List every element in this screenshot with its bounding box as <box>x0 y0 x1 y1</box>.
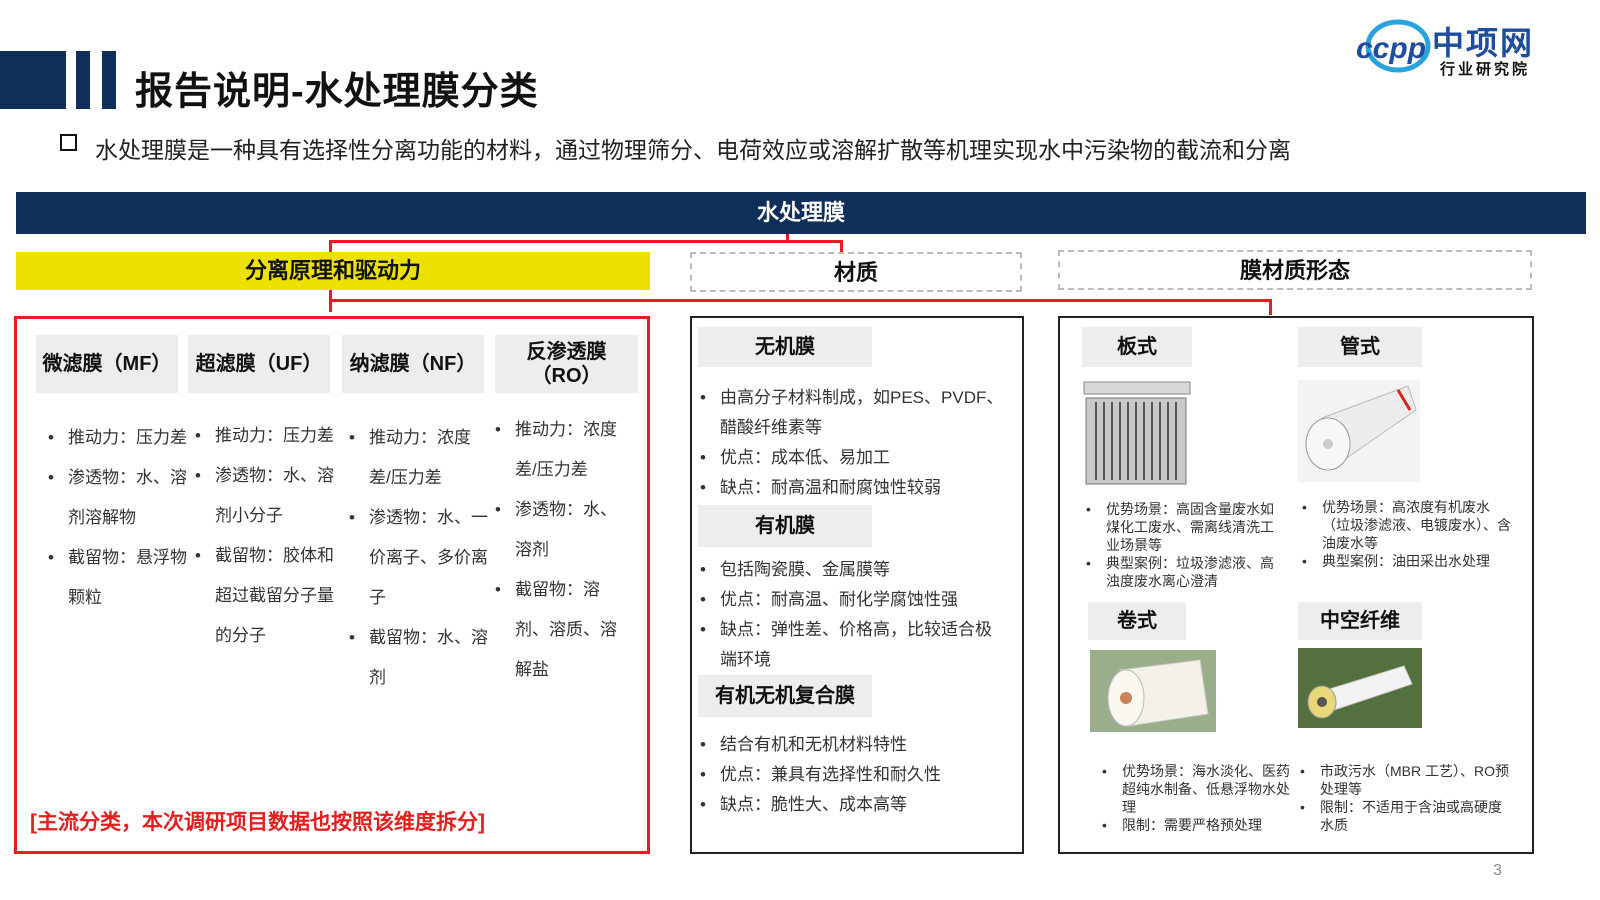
column-head-ro-label: 反渗透膜（RO） <box>526 341 607 387</box>
list-item: 推动力：浓度差/压力差 <box>349 418 489 498</box>
list-item: 优点：成本低、易加工 <box>700 443 1005 473</box>
page-number: 3 <box>1493 862 1502 879</box>
list-item: 缺点：脆性大、成本高等 <box>700 790 1005 820</box>
form-head-spiral: 卷式 <box>1088 602 1186 640</box>
list-item: 优势场景：海水淡化、医药超纯水制备、低悬浮物水处理 <box>1102 762 1292 816</box>
list-item: 渗透物：水、一价离子、多价离子 <box>349 498 489 618</box>
column-head-nf: 纳滤膜（NF） <box>342 335 484 393</box>
logo-mark-text: ccpp <box>1356 32 1426 65</box>
list-item: 渗透物：水、溶剂 <box>495 490 633 570</box>
list-item: 截留物：溶剂、溶质、溶解盐 <box>495 570 633 690</box>
list-item: 结合有机和无机材料特性 <box>700 730 1005 760</box>
material-head-organic: 有机膜 <box>698 505 872 547</box>
list-item: 渗透物：水、溶剂溶解物 <box>48 458 188 538</box>
intro-text: 水处理膜是一种具有选择性分离功能的材料，通过物理筛分、电荷效应或溶解扩散等机理实… <box>95 137 1291 163</box>
list-item: 市政污水（MBR 工艺）、RO预处理等 <box>1300 762 1510 798</box>
list-item: 截留物：水、溶剂 <box>349 618 489 698</box>
connector-bottom-left <box>329 290 332 312</box>
header-bar-stripe-1 <box>76 51 90 109</box>
column-list-nf: 推动力：浓度差/压力差 渗透物：水、一价离子、多价离子 截留物：水、溶剂 <box>349 418 489 698</box>
list-item: 优势场景：高固含量废水如煤化工废水、需离线清洗工业场景等 <box>1086 500 1276 554</box>
category-principle: 分离原理和驱动力 <box>16 252 650 290</box>
form-list-hollow-fiber: 市政污水（MBR 工艺）、RO预处理等 限制：不适用于含油或高硬度水质 <box>1300 762 1510 834</box>
list-item: 限制：不适用于含油或高硬度水质 <box>1300 798 1510 834</box>
list-item: 缺点：弹性差、价格高，比较适合极端环境 <box>700 615 1005 675</box>
material-list-organic: 包括陶瓷膜、金属膜等 优点：耐高温、耐化学腐蚀性强 缺点：弹性差、价格高，比较适… <box>700 555 1005 675</box>
list-item: 推动力：压力差 <box>48 418 188 458</box>
logo-subtitle: 行业研究院 <box>1440 61 1531 78</box>
column-list-mf: 推动力：压力差 渗透物：水、溶剂溶解物 截留物：悬浮物颗粒 <box>48 418 188 618</box>
list-item: 典型案例：油田采出水处理 <box>1302 552 1512 570</box>
column-head-ro: 反渗透膜（RO） <box>495 335 638 393</box>
column-head-uf: 超滤膜（UF） <box>188 335 330 393</box>
form-head-plate: 板式 <box>1082 327 1192 367</box>
plate-membrane-image <box>1082 380 1192 486</box>
list-item: 由高分子材料制成，如PES、PVDF、醋酸纤维素等 <box>700 383 1005 443</box>
material-list-composite: 结合有机和无机材料特性 优点：兼具有选择性和耐久性 缺点：脆性大、成本高等 <box>700 730 1005 820</box>
material-list-inorganic: 由高分子材料制成，如PES、PVDF、醋酸纤维素等 优点：成本低、易加工 缺点：… <box>700 383 1005 503</box>
list-item: 截留物：胶体和超过截留分子量的分子 <box>195 536 337 656</box>
form-list-plate: 优势场景：高固含量废水如煤化工废水、需离线清洗工业场景等 典型案例：垃圾渗滤液、… <box>1086 500 1276 590</box>
list-item: 包括陶瓷膜、金属膜等 <box>700 555 1005 585</box>
header-bar-left <box>0 51 66 109</box>
list-item: 缺点：耐高温和耐腐蚀性较弱 <box>700 473 1005 503</box>
list-item: 渗透物：水、溶剂小分子 <box>195 456 337 536</box>
list-item: 限制：需要严格预处理 <box>1102 816 1292 834</box>
column-list-uf: 推动力：压力差 渗透物：水、溶剂小分子 截留物：胶体和超过截留分子量的分子 <box>195 416 337 656</box>
list-item: 优势场景：高浓度有机废水（垃圾渗滤液、电镀废水）、含油废水等 <box>1302 498 1512 552</box>
material-head-composite: 有机无机复合膜 <box>698 675 872 717</box>
form-list-tubular: 优势场景：高浓度有机废水（垃圾渗滤液、电镀废水）、含油废水等 典型案例：油田采出… <box>1302 498 1512 570</box>
list-item: 截留物：悬浮物颗粒 <box>48 538 188 618</box>
material-head-inorganic: 无机膜 <box>698 327 872 367</box>
form-list-spiral: 优势场景：海水淡化、医药超纯水制备、低悬浮物水处理 限制：需要严格预处理 <box>1102 762 1292 834</box>
principle-note: [主流分类，本次调研项目数据也按照该维度拆分] <box>30 811 485 834</box>
column-head-mf: 微滤膜（MF） <box>36 335 178 393</box>
category-form: 膜材质形态 <box>1058 250 1532 290</box>
list-item: 典型案例：垃圾渗滤液、高浊度废水离心澄清 <box>1086 554 1276 590</box>
page-title: 报告说明-水处理膜分类 <box>135 71 539 113</box>
list-item: 推动力：压力差 <box>195 416 337 456</box>
spiral-membrane-image <box>1090 650 1216 732</box>
category-material: 材质 <box>690 252 1022 292</box>
list-item: 优点：兼具有选择性和耐久性 <box>700 760 1005 790</box>
tubular-membrane-image <box>1298 380 1420 482</box>
connector-bottom-h <box>329 299 1272 302</box>
logo: ccpp 中项网 行业研究院 <box>1352 14 1542 78</box>
list-item: 推动力：浓度差/压力差 <box>495 410 633 490</box>
form-head-hollow-fiber: 中空纤维 <box>1298 602 1422 640</box>
logo-mark-icon: ccpp <box>1356 19 1431 73</box>
connector-top-h <box>329 240 843 243</box>
form-head-tubular: 管式 <box>1298 327 1422 367</box>
intro-bullet-icon <box>60 134 77 151</box>
hollow-fiber-image <box>1298 648 1422 728</box>
column-list-ro: 推动力：浓度差/压力差 渗透物：水、溶剂 截留物：溶剂、溶质、溶解盐 <box>495 410 633 690</box>
header-bar-stripe-2 <box>102 51 116 109</box>
root-bar: 水处理膜 <box>16 192 1586 234</box>
list-item: 优点：耐高温、耐化学腐蚀性强 <box>700 585 1005 615</box>
connector-bottom-right <box>1269 299 1272 315</box>
